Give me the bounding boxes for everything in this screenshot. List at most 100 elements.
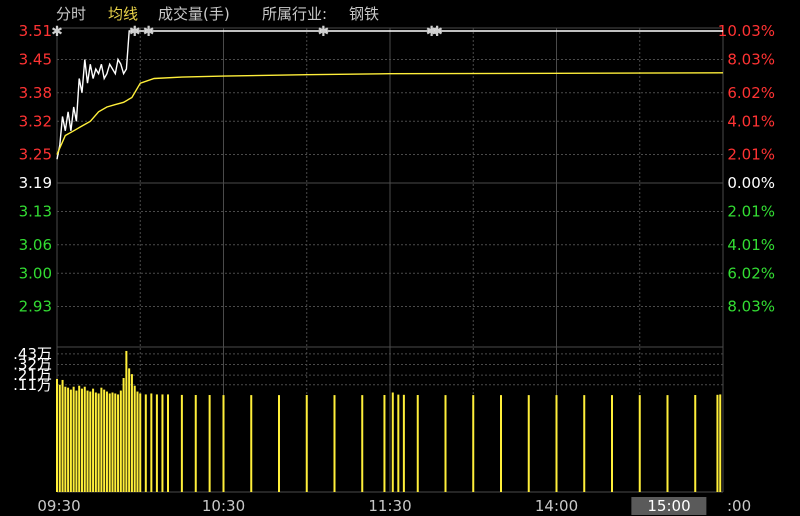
volume-bar: [56, 378, 58, 492]
limit-up-marker: ✱: [143, 24, 155, 40]
volume-bar: [111, 392, 114, 492]
volume-bar: [611, 395, 613, 492]
volume-bar: [194, 395, 197, 492]
price-tick-label: 2.93: [19, 298, 52, 316]
price-tick-label: 3.13: [19, 203, 52, 221]
price-tick-label: 3.25: [19, 146, 52, 164]
volume-bar: [94, 392, 97, 492]
time-tick-cut: :00: [727, 497, 752, 515]
volume-bar: [69, 389, 72, 492]
volume-bar: [719, 394, 722, 492]
pct-tick-label: 2.01%: [727, 203, 775, 221]
volume-bar: [78, 385, 81, 492]
legend-average-line[interactable]: 均线: [108, 3, 138, 24]
volume-bar: [716, 394, 719, 492]
pct-tick-label: 8.03%: [727, 298, 775, 316]
volume-bar: [155, 394, 158, 492]
volume-bar: [83, 386, 86, 492]
volume-bar: [128, 368, 131, 492]
price-tick-label: 3.19: [19, 174, 52, 192]
volume-bar: [250, 395, 253, 492]
time-tick-10:30: 10:30: [201, 497, 246, 515]
volume-bar: [72, 386, 75, 492]
volume-bar: [105, 391, 108, 492]
legend-time-share[interactable]: 分时: [56, 3, 86, 24]
legend-volume[interactable]: 成交量(手): [158, 3, 230, 24]
volume-bar: [125, 350, 128, 492]
pct-tick-label: 4.01%: [727, 112, 775, 130]
volume-bar: [444, 395, 447, 492]
volume-bar: [472, 395, 475, 492]
volume-bar: [527, 395, 530, 492]
volume-bar: [500, 395, 502, 492]
volume-bar: [555, 395, 558, 492]
volume-bar: [130, 374, 133, 492]
limit-up-marker: ✱: [318, 24, 330, 40]
volume-bar: [67, 387, 70, 492]
pct-tick-label: 8.03%: [727, 51, 775, 69]
pct-tick-label: 6.02%: [727, 84, 775, 102]
volume-bar: [278, 395, 280, 492]
volume-bar: [180, 394, 183, 492]
volume-bar: [583, 395, 586, 492]
volume-bar: [416, 395, 419, 492]
time-tick-15:00: 15:00: [631, 497, 707, 515]
volume-bar: [222, 395, 225, 492]
volume-bar: [150, 393, 153, 492]
price-tick-label: 3.32: [19, 112, 52, 130]
volume-bar: [58, 384, 61, 492]
volume-bar: [80, 388, 83, 492]
volume-tick-label: .11万: [13, 376, 52, 394]
pct-tick-label: 6.02%: [727, 264, 775, 282]
volume-bar: [119, 390, 122, 492]
price-tick-label: 3.51: [19, 22, 52, 40]
volume-bar: [167, 394, 169, 492]
time-tick-09:30: 09:30: [37, 497, 81, 515]
volume-bar: [139, 393, 142, 492]
volume-bar: [97, 393, 100, 492]
volume-bar: [402, 394, 405, 492]
time-tick-14:00: 14:00: [534, 497, 579, 515]
volume-bar: [114, 393, 117, 492]
volume-bar: [86, 390, 89, 492]
price-tick-label: 3.00: [19, 264, 52, 282]
legend-industry-label: 所属行业:: [262, 5, 328, 23]
volume-bar: [117, 394, 120, 492]
volume-bar: [305, 395, 308, 492]
volume-bar: [694, 395, 697, 492]
volume-bar: [122, 378, 125, 492]
limit-up-marker: ✱: [431, 24, 443, 40]
price-tick-label: 3.06: [19, 236, 52, 254]
limit-up-marker: ✱: [51, 24, 63, 40]
price-tick-label: 3.45: [19, 51, 52, 69]
time-axis: 09:30 10:30 11:30 14:00 15:00 :00: [0, 495, 800, 516]
volume-bar: [64, 386, 67, 492]
volume-bar: [333, 395, 336, 492]
volume-bar: [361, 395, 364, 492]
pct-tick-label: 0.00%: [727, 174, 775, 192]
volume-bar: [666, 395, 669, 492]
volume-bar: [391, 392, 394, 492]
volume-bar: [144, 394, 147, 492]
volume-bar: [397, 394, 400, 492]
pct-tick-label: 10.03%: [718, 22, 775, 40]
volume-bar: [61, 379, 64, 492]
pct-tick-label: 4.01%: [727, 236, 775, 254]
pct-tick-label: 2.01%: [727, 146, 775, 164]
intraday-chart-panel: 3.51 10.03% 3.45 8.03% 3.38 6.02% 3.32 4.01% 3.2…: [0, 0, 800, 516]
time-tick-11:30: 11:30: [368, 497, 412, 515]
volume-bar: [92, 388, 95, 492]
volume-bar: [136, 391, 139, 492]
chart-legend: 分时 均线 成交量(手) 所属行业: 钢铁: [0, 0, 800, 24]
volume-bar: [133, 385, 136, 492]
chart-canvas[interactable]: 3.51 10.03% 3.45 8.03% 3.38 6.02% 3.32 4.01% 3.2…: [0, 0, 800, 516]
volume-bar: [383, 395, 386, 492]
limit-up-marker: ✱: [129, 24, 141, 40]
volume-bar: [161, 394, 164, 492]
volume-bar: [75, 390, 78, 492]
volume-bar: [208, 395, 211, 492]
price-tick-label: 3.38: [19, 84, 52, 102]
legend-industry-value[interactable]: 钢铁: [349, 3, 379, 24]
volume-bar: [100, 387, 103, 492]
volume-bar: [103, 389, 106, 492]
